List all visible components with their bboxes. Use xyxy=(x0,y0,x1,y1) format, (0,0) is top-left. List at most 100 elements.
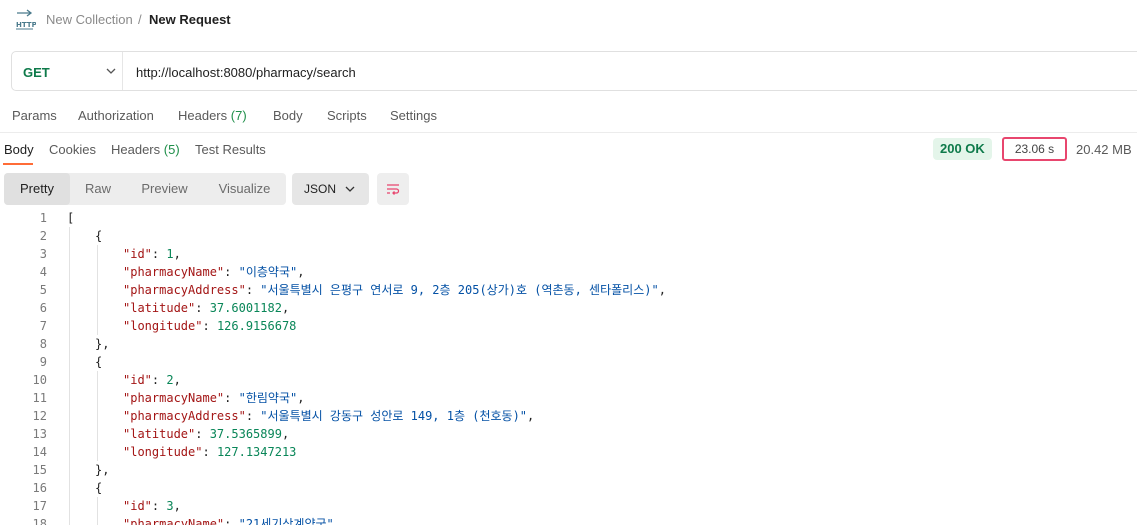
json-token-punc: , xyxy=(658,283,666,297)
response-time[interactable]: 23.06 s xyxy=(1002,137,1067,161)
json-token-punc: : xyxy=(195,301,210,315)
json-token-key: "latitude" xyxy=(123,427,196,441)
json-token-punc: }, xyxy=(95,337,110,351)
json-token-punc: : xyxy=(202,445,217,459)
json-token-key: "id" xyxy=(123,373,152,387)
json-token-num: 126.9156678 xyxy=(216,319,297,333)
indent-guide xyxy=(69,461,70,479)
code-line: 1[ xyxy=(0,209,1137,227)
indent-guide xyxy=(97,443,98,461)
line-content: "latitude": 37.6001182, xyxy=(123,299,289,317)
line-number: 1 xyxy=(39,211,47,225)
line-number: 14 xyxy=(32,445,47,459)
line-content: }, xyxy=(95,335,109,353)
indent-guide xyxy=(69,263,70,281)
response-tab-cookies[interactable]: Cookies xyxy=(49,142,96,157)
json-token-punc: , xyxy=(173,373,181,387)
format-select-value: JSON xyxy=(304,182,337,196)
json-token-punc: , xyxy=(333,517,341,525)
wrap-lines-icon xyxy=(387,184,400,195)
line-number: 10 xyxy=(32,373,47,387)
json-token-key: "latitude" xyxy=(123,301,196,315)
tab-authorization[interactable]: Authorization xyxy=(78,108,154,123)
indent-guide xyxy=(97,389,98,407)
view-visualize-button[interactable]: Visualize xyxy=(203,173,286,205)
view-raw-button[interactable]: Raw xyxy=(70,173,126,205)
code-line: 3 "id": 1, xyxy=(0,245,1137,263)
tab-body[interactable]: Body xyxy=(273,108,303,123)
code-line: 18 "pharmacyName": "21세기상계약국", xyxy=(0,515,1137,525)
status-badge[interactable]: 200 OK xyxy=(933,138,992,160)
json-token-key: "pharmacyName" xyxy=(123,391,225,405)
indent-guide xyxy=(69,407,70,425)
json-token-punc: : xyxy=(224,265,239,279)
json-token-key: "pharmacyAddress" xyxy=(123,283,246,297)
json-token-punc: , xyxy=(173,247,181,261)
line-content: "pharmacyAddress": "서울특별시 은평구 연서로 9, 2층 … xyxy=(123,281,666,299)
response-tab-headers-label: Headers xyxy=(111,142,161,157)
line-number: 15 xyxy=(32,463,47,477)
code-line: 10 "id": 2, xyxy=(0,371,1137,389)
response-size[interactable]: 20.42 MB xyxy=(1076,142,1132,157)
json-token-punc: : xyxy=(151,247,167,261)
response-tab-body[interactable]: Body xyxy=(4,142,34,157)
url-divider xyxy=(122,52,123,90)
json-token-punc: , xyxy=(173,499,181,513)
json-token-key: "pharmacyAddress" xyxy=(123,409,246,423)
breadcrumb-request[interactable]: New Request xyxy=(149,12,231,27)
response-tab-headers-count: (5) xyxy=(163,142,180,157)
line-number: 2 xyxy=(39,229,47,243)
indent-guide xyxy=(97,407,98,425)
json-token-str: "21세기상계약국" xyxy=(238,517,334,525)
view-preview-button[interactable]: Preview xyxy=(126,173,203,205)
chevron-down-icon[interactable] xyxy=(106,66,116,76)
indent-guide xyxy=(69,353,70,371)
tab-headers[interactable]: Headers (7) xyxy=(178,108,247,123)
indent-guide xyxy=(69,227,70,245)
indent-guide xyxy=(97,497,98,515)
json-token-punc: , xyxy=(281,301,290,315)
response-tab-headers[interactable]: Headers (5) xyxy=(111,142,180,157)
line-number: 9 xyxy=(39,355,47,369)
json-token-num: 1 xyxy=(166,247,174,261)
section-divider xyxy=(0,132,1137,133)
json-token-punc: : xyxy=(245,283,261,297)
indent-guide xyxy=(97,371,98,389)
json-token-punc: : xyxy=(202,319,217,333)
line-number: 17 xyxy=(32,499,47,513)
line-number: 13 xyxy=(32,427,47,441)
code-line: 11 "pharmacyName": "한림약국", xyxy=(0,389,1137,407)
json-token-num: 3 xyxy=(166,499,174,513)
format-select[interactable]: JSON xyxy=(292,173,369,205)
json-token-punc: { xyxy=(95,229,103,243)
json-token-punc: [ xyxy=(67,211,75,225)
line-content: "pharmacyName": "21세기상계약국", xyxy=(123,515,341,525)
view-mode-group: Pretty Raw Preview Visualize xyxy=(4,173,286,205)
breadcrumb-collection[interactable]: New Collection xyxy=(46,12,133,27)
indent-guide xyxy=(69,497,70,515)
json-token-str: "서울특별시 강동구 성안로 149, 1층 (천호동)" xyxy=(260,409,528,423)
indent-guide xyxy=(69,299,70,317)
code-line: 9{ xyxy=(0,353,1137,371)
code-line: 17 "id": 3, xyxy=(0,497,1137,515)
line-content: { xyxy=(95,353,102,371)
url-input[interactable]: http://localhost:8080/pharmacy/search xyxy=(136,65,356,80)
tab-settings[interactable]: Settings xyxy=(390,108,437,123)
line-content: [ xyxy=(67,209,74,227)
line-content: }, xyxy=(95,461,109,479)
wrap-lines-button[interactable] xyxy=(377,173,409,205)
line-number: 12 xyxy=(32,409,47,423)
indent-guide xyxy=(69,515,70,525)
json-token-punc: { xyxy=(95,481,103,495)
tab-scripts[interactable]: Scripts xyxy=(327,108,367,123)
method-select[interactable]: GET xyxy=(23,65,50,80)
response-tab-test-results[interactable]: Test Results xyxy=(195,142,266,157)
json-token-punc: , xyxy=(527,409,535,423)
view-pretty-button[interactable]: Pretty xyxy=(4,173,70,205)
tab-params[interactable]: Params xyxy=(12,108,57,123)
http-icon: HTTP xyxy=(16,9,36,30)
json-token-str: "이층약국" xyxy=(238,265,298,279)
json-token-num: 37.6001182 xyxy=(209,301,282,315)
line-content: "id": 3, xyxy=(123,497,181,515)
response-body-editor[interactable]: 1[2{3 "id": 1, 4 "pharmacyName": "이층약국", 5 "p… xyxy=(0,209,1137,525)
